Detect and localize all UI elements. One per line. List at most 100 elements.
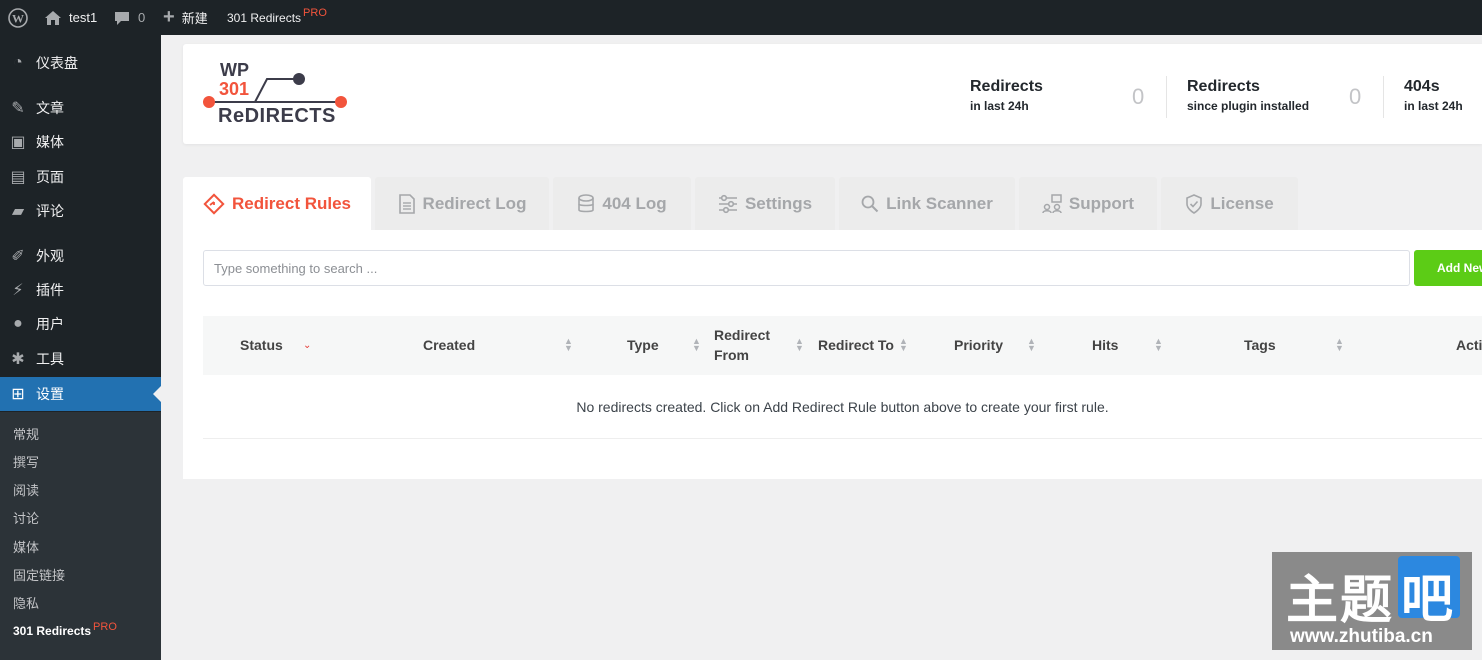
tab-redirect-log[interactable]: Redirect Log: [375, 177, 549, 230]
stat-redirects-total-value: 0: [1349, 84, 1362, 109]
stat-404-24h-title: 404s: [1404, 78, 1440, 95]
sidebar-item-appearance[interactable]: ✐ 外观: [0, 239, 161, 273]
add-new-button[interactable]: Add New: [1414, 250, 1482, 286]
submenu-item-discussion[interactable]: 讨论: [13, 508, 39, 527]
empty-message-text: No redirects created. Click on Add Redir…: [576, 398, 1109, 415]
sort-icon[interactable]: ▲ ▼: [899, 337, 908, 353]
column-header-redirect-to[interactable]: Redirect To: [818, 337, 894, 353]
plugin-menu-link[interactable]: 301 Redirects PRO: [227, 0, 327, 35]
tab-label: Redirect Log: [422, 193, 527, 213]
column-header-line: From: [714, 347, 749, 363]
watermark-logo: 主题 吧 www.zhutiba.cn: [1272, 552, 1472, 650]
document-icon: [398, 193, 415, 214]
tab-label: Settings: [744, 193, 813, 213]
sidebar-item-label: 页面: [36, 169, 64, 185]
submenu-item-privacy[interactable]: 隐私: [13, 593, 39, 612]
sidebar-item-users[interactable]: ● 用户: [0, 307, 161, 341]
search-icon: [861, 195, 879, 212]
settings-icon: ⊞: [11, 386, 25, 403]
tab-label: 404 Log: [602, 193, 667, 213]
submenu-item-301-redirects[interactable]: 301 Redirects PRO: [13, 621, 117, 638]
sidebar-item-label: 设置: [36, 386, 64, 402]
stat-redirects-total-sub: since plugin installed: [1187, 99, 1310, 113]
sidebar-item-settings[interactable]: ⊞ 设置: [0, 377, 161, 411]
column-header-type[interactable]: Type: [627, 337, 659, 353]
stat-divider: [1383, 76, 1384, 118]
logo-wp: WP: [220, 60, 249, 80]
sidebar-item-posts[interactable]: ✎ 文章: [0, 91, 161, 125]
tab-support[interactable]: Support: [1019, 177, 1157, 230]
submenu-item-writing[interactable]: 撰写: [13, 452, 39, 471]
sort-icon[interactable]: ▲ ▼: [1154, 337, 1163, 353]
column-header-actions: Acti: [1456, 337, 1482, 353]
stat-redirects-24h-value: 0: [1132, 84, 1145, 109]
plugin-logo: WP 301 ReDIRECTS: [203, 58, 353, 128]
watermark-box: 吧: [1398, 556, 1460, 630]
sidebar-item-label: 文章: [36, 100, 64, 116]
sidebar-item-dashboard[interactable]: ◔ 仪表盘: [0, 46, 161, 80]
stat-redirects-24h-sub: in last 24h: [970, 99, 1029, 113]
user-icon: ●: [13, 315, 23, 332]
sidebar-item-label: 插件: [36, 282, 64, 298]
sidebar-item-media[interactable]: ▣ 媒体: [0, 125, 161, 159]
tab-link-scanner[interactable]: Link Scanner: [839, 177, 1015, 230]
wrench-icon: ✱: [11, 351, 25, 368]
tab-settings[interactable]: Settings: [695, 177, 835, 230]
tab-label: Redirect Rules: [231, 193, 352, 213]
plugin-header: WP 301 ReDIRECTS Redirects in last 24h 0…: [183, 44, 1482, 144]
tab-license[interactable]: License: [1161, 177, 1298, 230]
column-header-status[interactable]: Status: [240, 337, 283, 353]
sidebar-item-label: 媒体: [36, 134, 64, 150]
sidebar-item-label: 外观: [36, 248, 64, 264]
column-header-hits[interactable]: Hits: [1092, 337, 1118, 353]
column-header-tags[interactable]: Tags: [1244, 337, 1276, 353]
column-header-created[interactable]: Created: [423, 337, 475, 353]
sidebar-item-comments[interactable]: ▰ 评论: [0, 194, 161, 228]
brush-icon: ✐: [11, 248, 25, 265]
settings-submenu: 常规 撰写 阅读 讨论 媒体 固定链接 隐私 301 Redirects PRO: [0, 412, 161, 660]
sort-desc-icon[interactable]: ⌄: [303, 340, 311, 351]
dashboard-icon: ◔: [13, 54, 23, 71]
comment-icon: ▰: [11, 203, 25, 220]
plus-icon: +: [163, 6, 175, 28]
admin-bar: W test1 0 + 新建 301 Redirects PRO: [0, 0, 1482, 35]
redirect-rules-icon: [203, 192, 225, 215]
column-header-line: Redirect: [714, 327, 771, 343]
stat-divider: [1166, 76, 1167, 118]
page-icon: ▤: [10, 169, 26, 186]
column-header-redirect-from[interactable]: Redirect From: [714, 325, 770, 365]
watermark-url: www.zhutiba.cn: [1290, 626, 1433, 647]
submenu-item-reading[interactable]: 阅读: [13, 480, 39, 499]
new-content-link[interactable]: + 新建: [163, 0, 208, 35]
stat-404-24h-sub: in last 24h: [1404, 99, 1463, 113]
sort-icon[interactable]: ▲ ▼: [1027, 337, 1036, 353]
sort-icon[interactable]: ▲ ▼: [564, 337, 573, 353]
site-name-link[interactable]: test1: [44, 0, 97, 35]
shield-check-icon: [1186, 193, 1203, 214]
watermark-box-text: 吧: [1401, 570, 1454, 630]
empty-table-message: No redirects created. Click on Add Redir…: [203, 375, 1482, 439]
sort-icon[interactable]: ▲ ▼: [795, 337, 804, 353]
tab-redirect-rules[interactable]: Redirect Rules: [183, 177, 371, 230]
submenu-item-media[interactable]: 媒体: [13, 537, 39, 556]
sort-icon[interactable]: ▲ ▼: [1335, 337, 1344, 353]
sort-icon[interactable]: ▲ ▼: [692, 337, 701, 353]
sidebar-item-tools[interactable]: ✱ 工具: [0, 342, 161, 376]
submenu-item-permalinks[interactable]: 固定链接: [13, 565, 65, 584]
plugin-label: 301 Redirects: [227, 10, 302, 25]
wordpress-logo-icon[interactable]: W: [8, 0, 28, 35]
sidebar-item-label: 评论: [36, 203, 64, 219]
tab-label: License: [1210, 193, 1274, 213]
admin-sidebar: ◔ 仪表盘 ✎ 文章 ▣ 媒体 ▤ 页面 ▰ 评论 ✐ 外观 ⚡ 插件 ● 用户…: [0, 35, 161, 660]
search-input[interactable]: [203, 250, 1410, 286]
sidebar-item-label: 用户: [36, 316, 64, 332]
tab-404-log[interactable]: 404 Log: [553, 177, 691, 230]
submenu-label: 301 Redirects: [13, 624, 92, 638]
stat-redirects-24h-title: Redirects: [970, 78, 1043, 95]
column-header-priority[interactable]: Priority: [954, 337, 1003, 353]
comments-link[interactable]: 0: [114, 0, 145, 35]
submenu-item-general[interactable]: 常规: [13, 424, 39, 443]
sidebar-item-pages[interactable]: ▤ 页面: [0, 160, 161, 194]
home-icon: [45, 10, 61, 25]
sidebar-item-plugins[interactable]: ⚡ 插件: [0, 273, 161, 307]
